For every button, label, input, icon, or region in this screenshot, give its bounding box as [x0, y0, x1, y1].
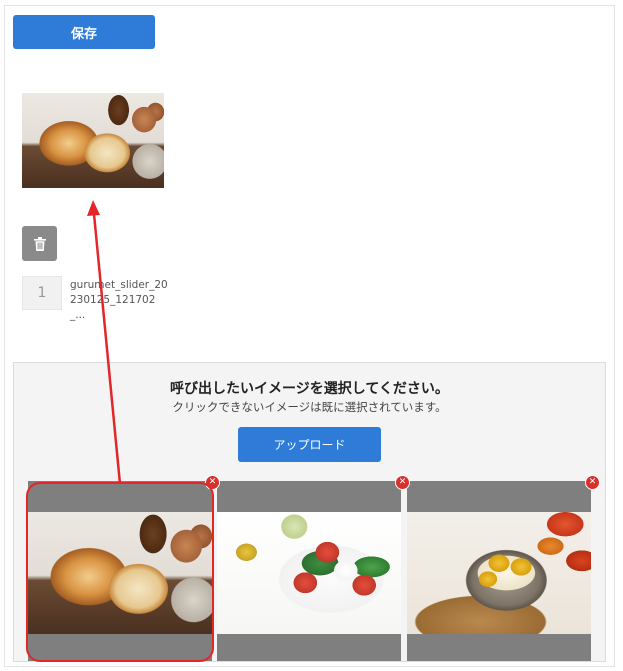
- annotation-arrow: [87, 200, 122, 485]
